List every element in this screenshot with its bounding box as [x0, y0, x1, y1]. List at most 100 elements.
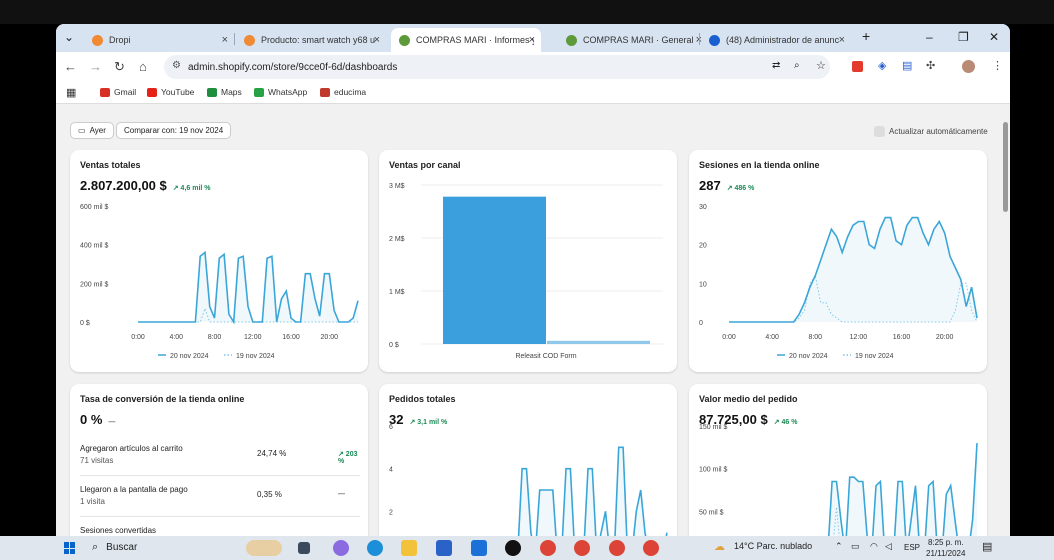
series-area [729, 217, 977, 322]
bookmark-star-icon[interactable]: ☆ [816, 59, 826, 72]
card-sales-by-channel[interactable]: Ventas por canal 0 $1 M$ 2 M$ 3 M$ Releasit… [379, 150, 677, 372]
extension-doc-icon[interactable]: ▤ [902, 59, 912, 72]
browser-tab[interactable]: COMPRAS MARI · Informes y × [391, 28, 541, 52]
compare-button[interactable]: Comparar con: 19 nov 2024 [116, 122, 232, 139]
chrome-icon-3[interactable] [609, 540, 625, 556]
card-total-sales[interactable]: Ventas totales 2.807.200,00 $ ↗ 4,6 mil %… [70, 150, 368, 372]
file-explorer-icon[interactable] [401, 540, 417, 556]
forward-icon[interactable]: → [89, 59, 102, 74]
bookmark-item[interactable]: WhatsApp [254, 87, 307, 97]
weather-icon: ☁ [714, 541, 725, 553]
series-area [138, 252, 358, 322]
y-tick-label: 200 mil $ [80, 281, 109, 288]
category-label: Releasit COD Form [515, 353, 576, 360]
extensions-puzzle-icon[interactable]: ✣ [926, 59, 935, 72]
bookmark-favicon-icon [147, 87, 157, 97]
windows-start-icon[interactable] [64, 542, 76, 554]
bookmark-item[interactable]: educima [320, 87, 366, 97]
chrome-icon-2[interactable] [574, 540, 590, 556]
home-icon[interactable]: ⌂ [139, 59, 147, 74]
mail-icon[interactable] [471, 540, 487, 556]
chrome-icon-4[interactable] [643, 540, 659, 556]
x-tick-label: 4:00 [765, 334, 779, 341]
address-bar[interactable]: ⚙ admin.shopify.com/store/9cce0f-6d/dash… [164, 55, 830, 79]
conversion-label: Sesiones convertidas [80, 526, 157, 535]
task-view-icon[interactable] [298, 542, 310, 554]
browser-tab[interactable]: Dropi × [84, 28, 234, 52]
background-window [0, 0, 1054, 24]
legend-label-current: 20 nov 2024 [789, 353, 828, 360]
x-tick-label: 8:00 [808, 334, 822, 341]
page-scrollbar[interactable] [1003, 122, 1008, 212]
reload-icon[interactable]: ↻ [114, 59, 125, 75]
tab-close-icon[interactable]: × [839, 34, 845, 46]
notifications-icon[interactable]: ▤ [982, 540, 992, 553]
y-tick-label: 0 [699, 320, 703, 327]
widget-lion-icon[interactable] [246, 540, 282, 556]
tiktok-icon[interactable] [505, 540, 521, 556]
menu-icon[interactable]: ⋮ [992, 59, 1003, 72]
calendar-icon: ▭ [78, 126, 86, 135]
conversion-percent: 24,74 % [257, 449, 287, 458]
bookmark-item[interactable]: Gmail [100, 87, 136, 97]
chrome-icon-1[interactable] [540, 540, 556, 556]
back-icon[interactable]: ← [64, 59, 77, 74]
close-window-icon[interactable]: ✕ [989, 30, 999, 44]
legend-label-previous: 19 nov 2024 [236, 353, 275, 360]
card-title: Tasa de conversión de la tienda online [80, 394, 245, 404]
translate-icon[interactable]: ⇄ [772, 60, 780, 71]
card-online-sessions[interactable]: Sesiones en la tienda online 287 ↗ 486 % … [689, 150, 987, 372]
weather-text[interactable]: 14°C Parc. nublado [734, 541, 812, 551]
date-button[interactable]: ▭ Ayer [70, 122, 114, 139]
taskbar-search-label: Buscar [106, 542, 138, 553]
tab-favicon-icon [399, 34, 410, 46]
y-tick-label: 150 mil $ [699, 424, 728, 431]
card-conversion-rate[interactable]: Tasa de conversión de la tienda online 0… [70, 384, 368, 536]
y-tick-label: 2 M$ [389, 236, 405, 243]
clock[interactable]: 8:25 p. m. 21/11/2024 [926, 537, 965, 559]
tab-search-icon[interactable]: ⌄ [64, 30, 74, 44]
new-tab-button[interactable]: + [862, 28, 870, 44]
delta-badge: — [108, 419, 116, 426]
browser-tab[interactable]: Producto: smart watch y68 u × [236, 28, 386, 52]
card-average-order-value[interactable]: Valor medio del pedido 87.725,00 $ ↗ 46 %… [689, 384, 987, 536]
x-tick-label: 12:00 [850, 334, 868, 341]
copilot-icon[interactable] [333, 540, 349, 556]
language-indicator[interactable]: ESP [904, 543, 920, 552]
card-value: 0 % — [80, 412, 115, 427]
clock-date: 21/11/2024 [926, 549, 966, 558]
browser-tab[interactable]: COMPRAS MARI · General ·× [558, 28, 708, 52]
profile-avatar[interactable] [962, 60, 975, 73]
taskbar: ⌕ Buscar ☁ 14°C Parc. nublado ⌃ ▭ ◠ ◁ ES… [0, 536, 1054, 560]
bookmark-item[interactable]: YouTube [147, 87, 194, 97]
sales-by-channel-chart: 0 $ 1 M$ 2 M$ 3 M$ Releasit COD Form [389, 183, 663, 360]
site-info-icon[interactable]: ⚙ [172, 60, 181, 71]
tab-title: (48) Administrador de anunc [726, 35, 840, 45]
tray-overflow-icon[interactable]: ⌃ [835, 541, 843, 552]
y-tick-label: 50 mil $ [699, 509, 724, 516]
volume-icon[interactable]: ◁ [885, 541, 892, 552]
aov-chart: 50 mil $ 100 mil $ 150 mil $ [699, 424, 978, 536]
zoom-icon[interactable]: ⌕ [794, 60, 800, 71]
conversion-row: Llegaron a la pantalla de pago 1 visita 0,… [80, 481, 360, 517]
taskbar-search[interactable]: ⌕ Buscar [92, 541, 137, 554]
restore-icon[interactable]: ❐ [958, 30, 969, 44]
bookmark-label: educima [334, 87, 367, 97]
extension-icon[interactable]: ◈ [878, 59, 886, 72]
browser-tab[interactable]: (48) Administrador de anunc × [701, 28, 851, 52]
bookmark-item[interactable]: Maps [207, 87, 242, 97]
tab-close-icon[interactable]: × [374, 34, 380, 46]
card-total-orders[interactable]: Pedidos totales 32 ↗ 3,1 mil % 246 [379, 384, 677, 536]
extension-download-icon[interactable] [852, 61, 863, 72]
x-tick-label: 0:00 [131, 334, 145, 341]
store-icon[interactable] [436, 540, 452, 556]
apps-grid-icon[interactable]: ▦ [66, 86, 76, 99]
auto-update-toggle[interactable]: Actualizar automáticamente [874, 126, 988, 137]
tab-close-icon[interactable]: × [529, 34, 535, 46]
tab-favicon-icon [566, 34, 577, 46]
tab-close-icon[interactable]: × [222, 34, 228, 46]
x-tick-label: 20:00 [936, 334, 954, 341]
edge-icon[interactable] [367, 540, 383, 556]
bookmark-label: Maps [221, 87, 242, 97]
minimize-icon[interactable]: – [926, 30, 933, 44]
